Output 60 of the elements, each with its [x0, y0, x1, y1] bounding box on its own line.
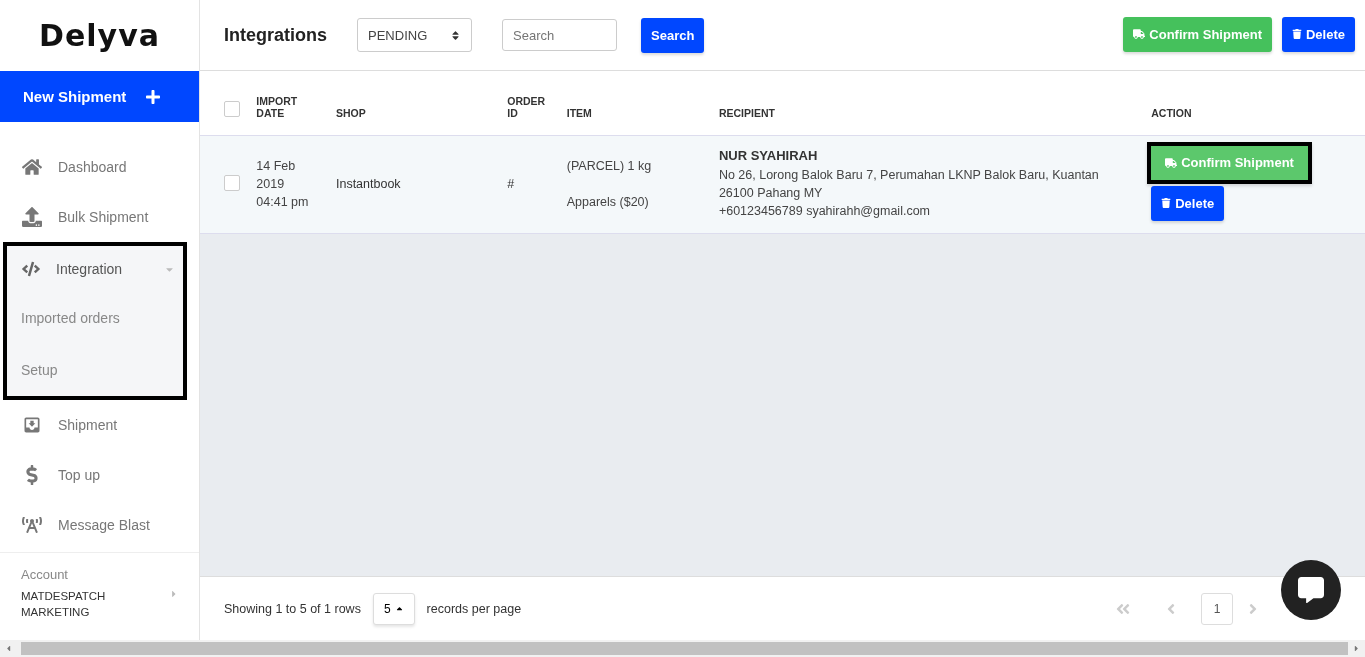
nav-subitem[interactable]: Imported orders: [7, 292, 183, 344]
trash-icon: [1161, 198, 1172, 208]
home-icon: [22, 157, 42, 177]
per-page-text: records per page: [426, 601, 522, 616]
recipient-address: No 26, Lorong Balok Baru 7, Perumahan LKNP Balok Baru, Kuantan 26100 Pahang MY: [718, 167, 1100, 202]
chat-icon: [1298, 577, 1324, 603]
shop-name: Instantbook: [335, 177, 401, 191]
trash-icon: [1291, 29, 1302, 39]
column-header: SHOP: [335, 106, 367, 119]
column-header: ORDER ID: [507, 94, 547, 119]
row-checkbox[interactable]: [224, 174, 240, 191]
nav-item[interactable]: Message Blast: [0, 500, 199, 550]
status-select[interactable]: PENDING: [357, 18, 472, 52]
nav-label: Dashboard: [58, 159, 127, 175]
inbox-icon: [22, 415, 42, 435]
horizontal-scrollbar[interactable]: [0, 640, 1365, 657]
nav-item[interactable]: Dashboard: [0, 142, 199, 192]
sort-icon: [450, 29, 461, 41]
account-name: MATDESPATCH MARKETING: [21, 589, 107, 620]
search-button[interactable]: Search: [641, 17, 705, 53]
plus-icon: [145, 88, 161, 105]
nav-label: Bulk Shipment: [58, 209, 149, 225]
delete-button[interactable]: Delete: [1281, 16, 1355, 52]
nav-label: Top up: [58, 467, 101, 483]
caret-icon: [394, 604, 404, 613]
select-all-checkbox[interactable]: [224, 100, 240, 117]
column-header: IMPORT DATE: [256, 94, 299, 119]
page-button[interactable]: 1: [1201, 592, 1233, 625]
account-label: Account: [21, 567, 69, 582]
recipient-contact: +60123456789 syahirahh@gmail.com: [718, 203, 931, 220]
nav-item[interactable]: Shipment: [0, 400, 199, 450]
code-icon: [22, 260, 40, 278]
delete-button[interactable]: Delete: [1151, 185, 1225, 221]
item-type: (PARCEL) 1 kg: [566, 158, 653, 175]
column-header: ITEM: [566, 106, 593, 119]
column-header: RECIPIENT: [718, 106, 776, 119]
scroll-right-icon[interactable]: [1352, 644, 1361, 653]
column-header: ACTION: [1151, 106, 1193, 119]
new-shipment-button[interactable]: New Shipment: [0, 71, 199, 122]
truck-icon: [1133, 28, 1146, 40]
recipient-name: NUR SYAHIRAH: [718, 148, 819, 163]
scroll-left-icon[interactable]: [4, 644, 13, 653]
showing-text: Showing 1 to 5 of 1 rows: [224, 601, 361, 616]
logo: Delyva: [39, 18, 160, 53]
nav-item[interactable]: Top up: [0, 450, 199, 500]
nav-label: Shipment: [58, 417, 118, 433]
search-field[interactable]: Search: [502, 19, 617, 51]
item-description: Apparels ($20): [566, 194, 650, 211]
page-size-select[interactable]: 5: [372, 592, 415, 625]
import-date: 14 Feb 2019 04:41 pm: [256, 158, 310, 211]
nav-item[interactable]: Integration: [7, 246, 183, 292]
upload-icon: [22, 207, 42, 227]
nav-label: Message Blast: [58, 517, 150, 533]
nav-subitem[interactable]: Setup: [7, 344, 183, 396]
page-title: Integrations: [224, 24, 327, 46]
nav-label: Integration: [56, 261, 123, 277]
broadcast-icon: [22, 515, 42, 535]
nav-item[interactable]: Bulk Shipment: [0, 192, 199, 242]
truck-icon: [1165, 156, 1178, 169]
order-id: #: [507, 177, 515, 191]
